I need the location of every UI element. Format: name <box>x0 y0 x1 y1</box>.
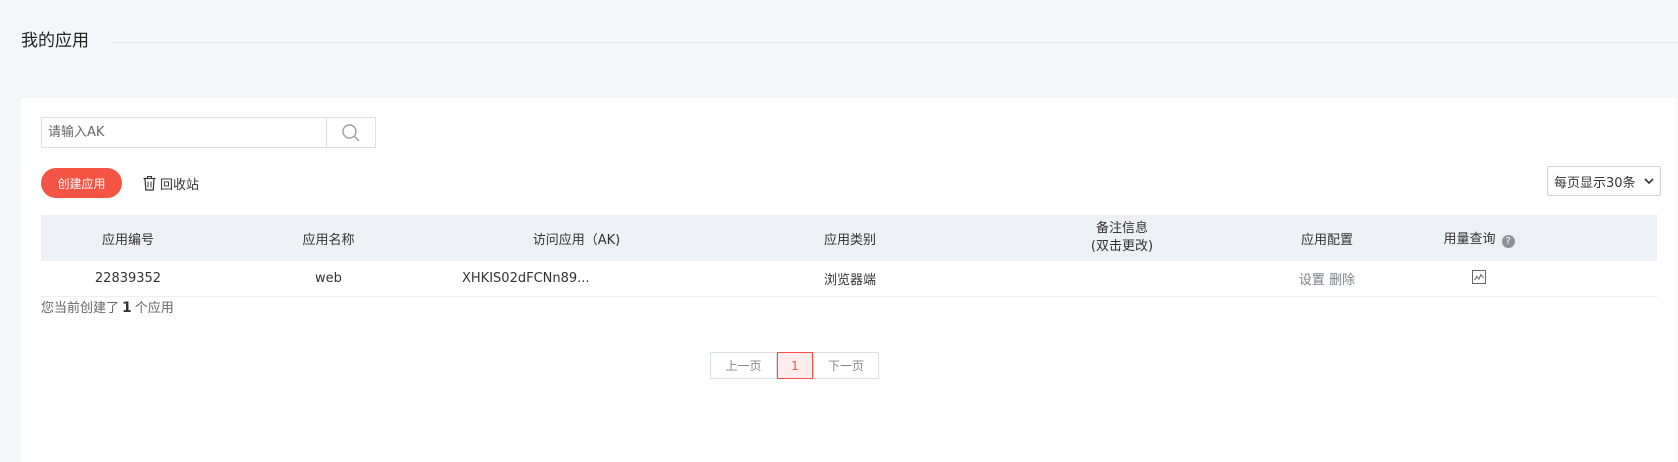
col-header-usage: 用量查询? <box>1399 228 1559 248</box>
cell-app-name: web <box>315 271 342 286</box>
prev-page-button[interactable]: 上一页 <box>710 352 777 379</box>
help-icon[interactable]: ? <box>1501 235 1515 248</box>
next-page-button[interactable]: 下一页 <box>813 352 879 379</box>
col-header-remark-title: 备注信息 <box>1095 221 1148 236</box>
title-divider <box>112 42 1678 43</box>
col-header-name: 应用名称 <box>302 232 355 248</box>
search-icon <box>342 123 360 141</box>
apps-card: 创建应用 回收站 每页显示30条 应用编号 应用名称 访问应用（AK) 应用类别… <box>21 98 1677 462</box>
search-button[interactable] <box>326 118 375 147</box>
apps-table: 应用编号 应用名称 访问应用（AK) 应用类别 备注信息 (双击更改) 应用配置… <box>41 215 1657 297</box>
col-header-remark: 备注信息 (双击更改) <box>989 220 1255 256</box>
create-app-button[interactable]: 创建应用 <box>41 168 122 198</box>
table-row: 22839352 web XHKIS02dFCNn89... 浏览器端 设置 删… <box>41 261 1657 297</box>
recycle-bin-button[interactable]: 回收站 <box>143 172 199 194</box>
col-header-config: 应用配置 <box>1300 232 1353 248</box>
cell-app-config: 设置 删除 <box>1255 269 1399 288</box>
trash-icon <box>143 175 156 191</box>
apps-count-summary: 您当前创建了 1 个应用 <box>41 297 174 316</box>
summary-prefix: 您当前创建了 <box>41 301 120 316</box>
col-header-remark-hint: (双击更改) <box>1090 239 1154 254</box>
chart-icon <box>1472 269 1486 284</box>
cell-app-type: 浏览器端 <box>823 273 876 288</box>
chevron-down-icon <box>1644 178 1654 185</box>
cell-app-usage <box>1399 269 1559 288</box>
summary-count: 1 <box>122 300 132 316</box>
page-size-value: 每页显示30条 <box>1554 175 1636 191</box>
cell-app-id: 22839352 <box>94 271 162 286</box>
usage-chart-button[interactable] <box>1472 269 1486 288</box>
page-title: 我的应用 <box>21 31 89 51</box>
ak-search-input[interactable] <box>42 118 326 147</box>
cell-app-ak: XHKIS02dFCNn89... <box>462 271 590 286</box>
table-header: 应用编号 应用名称 访问应用（AK) 应用类别 备注信息 (双击更改) 应用配置… <box>41 215 1657 261</box>
search-box <box>41 117 376 148</box>
page-size-select[interactable]: 每页显示30条 <box>1547 166 1661 196</box>
col-header-usage-label: 用量查询 <box>1443 232 1496 247</box>
pagination: 上一页 1 下一页 <box>710 352 879 379</box>
settings-link[interactable]: 设置 <box>1299 273 1325 288</box>
recycle-bin-label: 回收站 <box>160 177 200 193</box>
col-header-type: 应用类别 <box>823 232 876 248</box>
col-header-id: 应用编号 <box>101 232 154 248</box>
page-1-button[interactable]: 1 <box>777 352 813 379</box>
summary-suffix: 个应用 <box>134 301 174 316</box>
delete-link[interactable]: 删除 <box>1329 273 1355 288</box>
page-header: 我的应用 <box>0 0 1678 90</box>
col-header-ak: 访问应用（AK) <box>532 232 621 248</box>
